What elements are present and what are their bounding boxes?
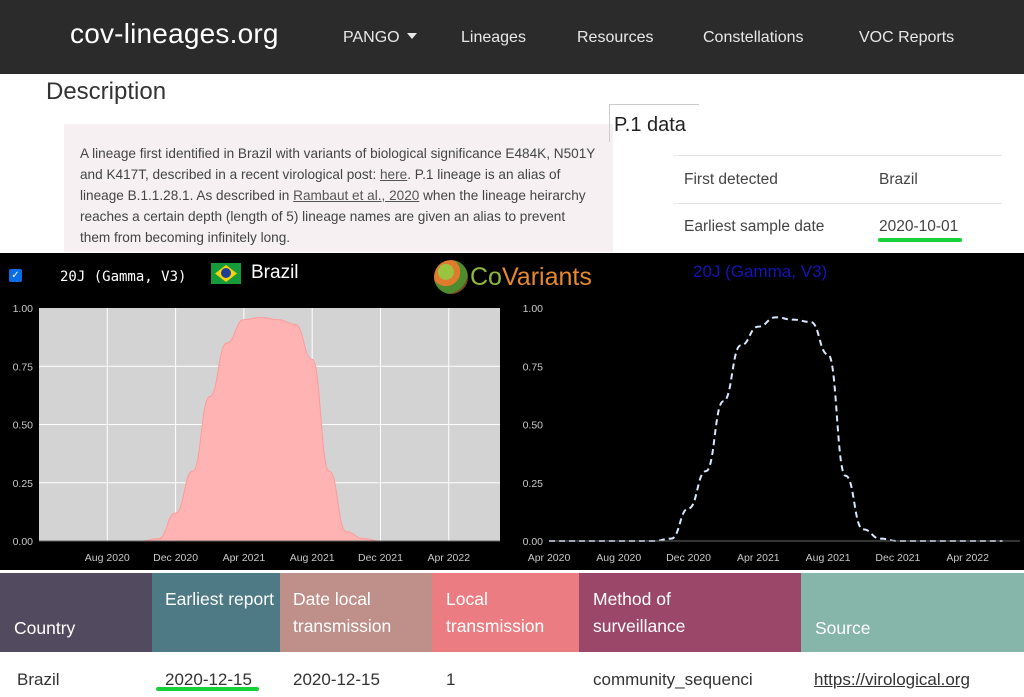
y-tick-label: 0.25 <box>13 478 34 490</box>
y-tick-label: 0.25 <box>523 478 544 490</box>
y-tick-label: 0.75 <box>523 361 544 373</box>
nav-voc-reports[interactable]: VOC Reports <box>859 29 954 47</box>
frequency-charts: 0.00 0.25 0.50 0.75 1.00 Aug 2020 Dec 2020 Apr … <box>13 303 1020 564</box>
description-text: A lineage first identified in Brazil wit… <box>80 143 597 248</box>
cell-source-link[interactable]: https://virological.org <box>814 670 970 690</box>
info-row-earliest-sample: Earliest sample date 2020-10-01 <box>674 203 1002 253</box>
covariants-panel: ✓ 20J (Gamma, V3) Brazil CoVariants 20J … <box>0 253 1024 570</box>
cell-local-transmission: 1 <box>446 670 456 689</box>
x-tick-label: Dec 2021 <box>875 552 920 564</box>
y-tick-label: 0.50 <box>523 420 544 432</box>
cell-method: community_sequenci <box>593 670 753 689</box>
header-label: Country <box>14 618 76 638</box>
header-label: Source <box>815 618 871 638</box>
header-label: Method of surveillance <box>593 589 686 636</box>
x-tick-label: Aug 2020 <box>85 552 130 564</box>
y-tick-label: 0.00 <box>523 536 544 548</box>
source-link[interactable]: https://virological.org <box>814 670 970 689</box>
x-tick-label: Apr 2022 <box>427 552 470 564</box>
x-tick-label: Dec 2021 <box>358 552 403 564</box>
series-line-1 <box>549 316 1003 542</box>
x-tick-label: Apr 2022 <box>946 552 989 564</box>
cell-date-local: 2020-12-15 <box>293 670 380 689</box>
x-tick-label: Aug 2021 <box>290 552 335 564</box>
y-tick-label: 0.00 <box>13 536 34 548</box>
info-row-first-detected: First detected Brazil <box>674 155 1002 203</box>
nav-resources[interactable]: Resources <box>577 29 653 47</box>
cell-country: Brazil <box>17 670 60 689</box>
x-tick-label: Aug 2020 <box>596 552 641 564</box>
header-label: Earliest report <box>165 589 274 609</box>
header-label: Local transmission <box>446 589 545 636</box>
highlight-underline <box>156 687 259 691</box>
y-tick-label: 1.00 <box>523 303 544 315</box>
nav-constellations[interactable]: Constellations <box>703 29 804 47</box>
nav-pango-label: PANGO <box>343 29 400 46</box>
table-header-local-transmission[interactable]: Local transmission <box>432 573 579 652</box>
x-tick-label: Apr 2021 <box>737 552 780 564</box>
x-tick-label: Aug 2021 <box>806 552 851 564</box>
caret-down-icon <box>406 33 417 39</box>
x-tick-label: Dec 2020 <box>666 552 711 564</box>
x-tick-label: Apr 2021 <box>223 552 266 564</box>
table-header-earliest-report[interactable]: Earliest report <box>152 573 280 652</box>
p1-data-title: P.1 data <box>609 104 699 142</box>
nav-lineages[interactable]: Lineages <box>461 29 526 47</box>
y-tick-label: 0.75 <box>13 361 34 373</box>
x-tick-label: Apr 2020 <box>528 552 571 564</box>
table-header-method[interactable]: Method of surveillance <box>579 573 801 652</box>
info-value: 2020-10-01 <box>879 218 959 235</box>
description-box: A lineage first identified in Brazil wit… <box>64 124 613 252</box>
info-key: Earliest sample date <box>684 218 825 235</box>
rambaut-link[interactable]: Rambaut et al., 2020 <box>293 188 419 203</box>
site-brand[interactable]: cov-lineages.org <box>70 18 279 50</box>
highlight-underline <box>878 238 962 242</box>
here-link[interactable]: here <box>380 167 407 182</box>
table-header-date-local[interactable]: Date local transmission <box>280 573 432 652</box>
table-header-country[interactable]: Country <box>0 573 152 652</box>
top-navbar: cov-lineages.org PANGO Lineages Resource… <box>0 0 1024 74</box>
y-tick-label: 0.50 <box>13 420 34 432</box>
info-key: First detected <box>684 171 778 188</box>
header-label: Date local transmission <box>293 589 392 636</box>
table-header-source[interactable]: Source <box>801 573 1024 652</box>
nav-pango-dropdown[interactable]: PANGO <box>343 29 417 47</box>
x-tick-label: Dec 2020 <box>153 552 198 564</box>
description-heading: Description <box>46 78 167 105</box>
country-table: Country Earliest report Date local trans… <box>0 573 1024 697</box>
info-value: Brazil <box>879 171 918 188</box>
y-tick-label: 1.00 <box>13 303 34 315</box>
